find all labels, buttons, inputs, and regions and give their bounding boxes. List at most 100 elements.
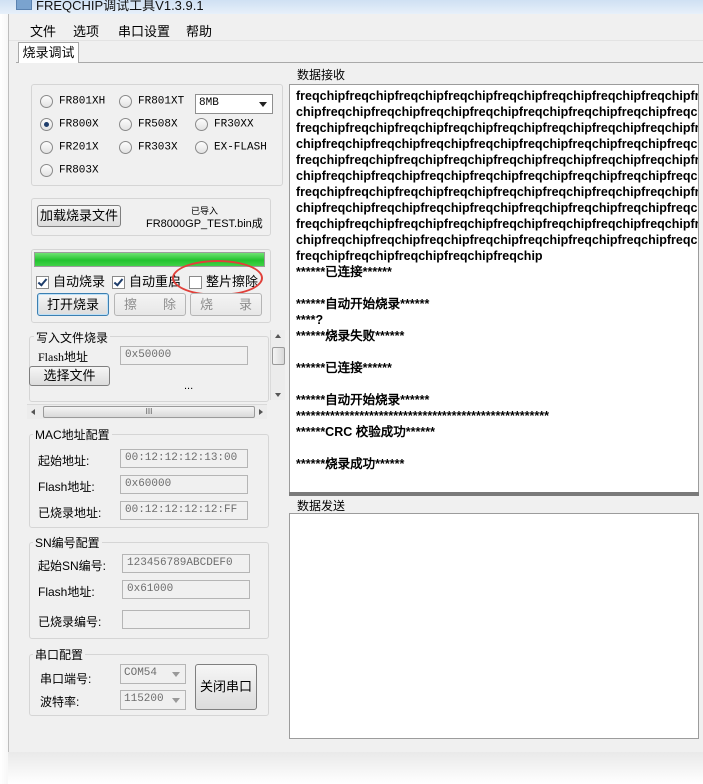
sn-flash-input[interactable]: 0x61000 bbox=[122, 580, 250, 599]
radio-label: EX-FLASH bbox=[214, 141, 267, 154]
radio-fr201x[interactable]: FR201X bbox=[40, 141, 99, 154]
sn-burned-input[interactable] bbox=[122, 610, 250, 629]
highlight-circle bbox=[172, 260, 263, 296]
mac-burned-label: 已烧录地址: bbox=[38, 506, 102, 520]
send-textarea[interactable] bbox=[289, 513, 699, 739]
menu-bar: 文件 选项 串口设置 帮助 bbox=[9, 16, 703, 41]
log-line: freqchipfreqchipfreqchipfreqchipfreqchip… bbox=[296, 153, 699, 167]
checkbox-checked-icon[interactable] bbox=[36, 276, 49, 290]
serial-port-value: COM54 bbox=[124, 667, 158, 679]
more-ellipsis: ... bbox=[184, 380, 194, 392]
radio-fr508x[interactable]: FR508X bbox=[119, 118, 178, 131]
scroll-down-icon[interactable] bbox=[275, 393, 281, 397]
log-line: ******CRC 校验成功****** bbox=[296, 425, 435, 439]
erase-button[interactable]: 擦 除 bbox=[114, 293, 186, 316]
mac-start-label: 起始地址: bbox=[38, 454, 90, 468]
auto-restart-checkbox[interactable]: 自动重启 bbox=[112, 271, 181, 290]
serial-port-label: 串口端号: bbox=[40, 672, 92, 686]
tab-burn-debug[interactable]: 烧录调试 bbox=[18, 42, 79, 63]
close-serial-button[interactable]: 关闭串口 bbox=[195, 664, 257, 710]
radio-fr801xh[interactable]: FR801XH bbox=[40, 95, 105, 108]
radio-label: FR303X bbox=[138, 141, 178, 154]
mac-flash-label: Flash地址: bbox=[38, 480, 95, 494]
vertical-scrollbar[interactable] bbox=[270, 330, 285, 400]
log-line: chipfreqchipfreqchipfreqchipfreqchipfreq… bbox=[296, 201, 699, 215]
flash-size-select[interactable]: 8MB bbox=[195, 94, 273, 114]
baud-rate-value: 115200 bbox=[124, 693, 164, 705]
checkbox-checked-icon[interactable] bbox=[112, 276, 125, 290]
serial-port-select[interactable]: COM54 bbox=[120, 664, 186, 684]
radio-button-icon[interactable] bbox=[40, 164, 53, 177]
mac-start-input[interactable]: 00:12:12:12:13:00 bbox=[120, 449, 248, 468]
send-title: 数据发送 bbox=[297, 497, 346, 514]
radio-label: FR508X bbox=[138, 118, 178, 131]
radio-fr800x[interactable]: FR800X bbox=[40, 118, 99, 131]
baud-rate-label: 波特率: bbox=[40, 695, 80, 709]
radio-label: FR801XH bbox=[59, 95, 106, 108]
radio-button-selected-icon[interactable] bbox=[40, 118, 53, 131]
radio-label: FR800X bbox=[59, 118, 99, 131]
log-line: ******已连接****** bbox=[296, 265, 392, 279]
radio-button-icon[interactable] bbox=[119, 118, 132, 131]
scroll-right-icon[interactable] bbox=[259, 409, 263, 415]
log-line: ****? bbox=[296, 313, 324, 327]
sn-start-label: 起始SN编号: bbox=[38, 559, 107, 573]
menu-file[interactable]: 文件 bbox=[30, 21, 56, 40]
window-shadow bbox=[0, 14, 8, 784]
log-line: ******自动开始烧录****** bbox=[296, 297, 430, 311]
sn-flash-label: Flash地址: bbox=[38, 585, 95, 599]
chevron-down-icon bbox=[172, 698, 180, 703]
write-flash-label: Flash地址 bbox=[38, 350, 89, 364]
chevron-down-icon bbox=[259, 102, 267, 107]
radio-button-icon[interactable] bbox=[195, 118, 208, 131]
radio-fr303x[interactable]: FR303X bbox=[119, 141, 178, 154]
open-burn-button[interactable]: 打开烧录 bbox=[37, 293, 109, 316]
log-line: freqchipfreqchipfreqchipfreqchipfreqchip… bbox=[296, 217, 699, 231]
scroll-up-icon[interactable] bbox=[275, 334, 281, 338]
sn-burned-label: 已烧录编号: bbox=[38, 615, 102, 629]
scroll-left-icon[interactable] bbox=[31, 409, 35, 415]
radio-ex-flash[interactable]: EX-FLASH bbox=[195, 141, 267, 154]
burn-button[interactable]: 烧 录 bbox=[190, 293, 262, 316]
load-burn-file-button[interactable]: 加载烧录文件 bbox=[37, 205, 121, 227]
mac-flash-input[interactable]: 0x60000 bbox=[120, 475, 248, 494]
log-line: ******烧录失败****** bbox=[296, 329, 405, 343]
radio-fr30xx[interactable]: FR30XX bbox=[195, 118, 254, 131]
menu-serial-settings[interactable]: 串口设置 bbox=[118, 21, 170, 40]
select-file-button[interactable]: 选择文件 bbox=[29, 366, 110, 386]
radio-fr801xt[interactable]: FR801XT bbox=[119, 95, 184, 108]
horizontal-scrollbar[interactable]: III bbox=[27, 404, 267, 419]
panel-splitter[interactable] bbox=[289, 492, 699, 496]
radio-button-icon[interactable] bbox=[40, 95, 53, 108]
radio-button-icon[interactable] bbox=[119, 141, 132, 154]
menu-help[interactable]: 帮助 bbox=[186, 21, 212, 40]
horizontal-scroll-thumb[interactable]: III bbox=[43, 406, 255, 418]
log-line: ******已连接****** bbox=[296, 361, 392, 375]
log-line: ****************************************… bbox=[296, 409, 549, 423]
write-file-scroll-area: 写入文件烧录 Flash地址 0x50000 选择文件 ... III bbox=[27, 328, 285, 419]
write-file-title: 写入文件烧录 bbox=[34, 329, 111, 346]
radio-button-icon[interactable] bbox=[119, 95, 132, 108]
receive-log: freqchipfreqchipfreqchipfreqchipfreqchip… bbox=[296, 88, 699, 472]
mac-config-title: MAC地址配置 bbox=[33, 426, 112, 443]
log-line: freqchipfreqchipfreqchipfreqchipfreqchip… bbox=[296, 89, 699, 103]
baud-rate-select[interactable]: 115200 bbox=[120, 690, 186, 710]
menu-options[interactable]: 选项 bbox=[73, 21, 99, 40]
receive-textarea[interactable]: freqchipfreqchipfreqchipfreqchipfreqchip… bbox=[289, 84, 699, 494]
receive-title: 数据接收 bbox=[297, 68, 346, 82]
radio-button-icon[interactable] bbox=[195, 141, 208, 154]
title-bar: FREQCHIP调试工具V1.3.9.1 bbox=[0, 0, 703, 14]
auto-burn-label: 自动烧录 bbox=[53, 274, 106, 289]
sn-start-input[interactable]: 123456789ABCDEF0 bbox=[122, 554, 250, 573]
log-line: ******自动开始烧录****** bbox=[296, 393, 430, 407]
log-line: chipfreqchipfreqchipfreqchipfreqchipfreq… bbox=[296, 169, 699, 183]
scroll-thumb[interactable] bbox=[272, 347, 285, 365]
auto-burn-checkbox[interactable]: 自动烧录 bbox=[36, 271, 105, 290]
mac-burned-input[interactable]: 00:12:12:12:12:FF bbox=[120, 501, 248, 520]
radio-button-icon[interactable] bbox=[40, 141, 53, 154]
radio-fr803x[interactable]: FR803X bbox=[40, 164, 99, 177]
write-flash-address-input[interactable]: 0x50000 bbox=[120, 346, 248, 365]
log-line: freqchipfreqchipfreqchipfreqchipfreqchip… bbox=[296, 185, 699, 199]
